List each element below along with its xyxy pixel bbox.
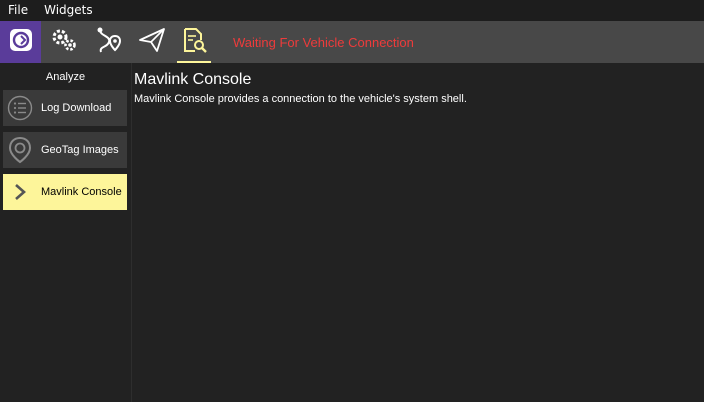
qgc-logo-icon (8, 27, 34, 57)
plan-view-button[interactable] (87, 21, 131, 63)
gears-icon (50, 27, 78, 57)
paper-plane-icon (138, 27, 166, 57)
menu-bar: File Widgets (0, 0, 704, 21)
analyze-sidebar: Analyze Log Download GeoTag Images Mavli… (0, 63, 132, 402)
fly-view-button[interactable] (131, 21, 173, 63)
connection-status-text: Waiting For Vehicle Connection (233, 34, 414, 50)
sidebar-item-geotag-images[interactable]: GeoTag Images (3, 132, 127, 168)
page-title: Mavlink Console (134, 71, 252, 88)
analyze-document-icon (180, 26, 208, 58)
route-waypoint-icon (95, 26, 123, 58)
vehicle-setup-button[interactable] (41, 21, 87, 63)
analyze-view-button[interactable] (173, 21, 215, 63)
sidebar-item-label: Log Download (41, 102, 112, 114)
qgc-logo-button[interactable] (0, 21, 41, 63)
main-content: Mavlink Console Mavlink Console provides… (134, 63, 704, 402)
toolbar: Waiting For Vehicle Connection (0, 21, 704, 63)
sidebar-item-mavlink-console[interactable]: Mavlink Console (3, 174, 127, 210)
sidebar-item-label: GeoTag Images (41, 144, 119, 156)
sidebar-item-log-download[interactable]: Log Download (3, 90, 127, 126)
menu-widgets[interactable]: Widgets (36, 0, 101, 21)
sidebar-header: Analyze (45, 71, 86, 83)
page-description: Mavlink Console provides a connection to… (134, 93, 467, 105)
list-icon (3, 90, 37, 126)
map-pin-icon (3, 132, 37, 168)
chevron-right-icon (3, 174, 37, 210)
menu-file[interactable]: File (0, 0, 36, 21)
sidebar-item-label: Mavlink Console (41, 186, 122, 198)
